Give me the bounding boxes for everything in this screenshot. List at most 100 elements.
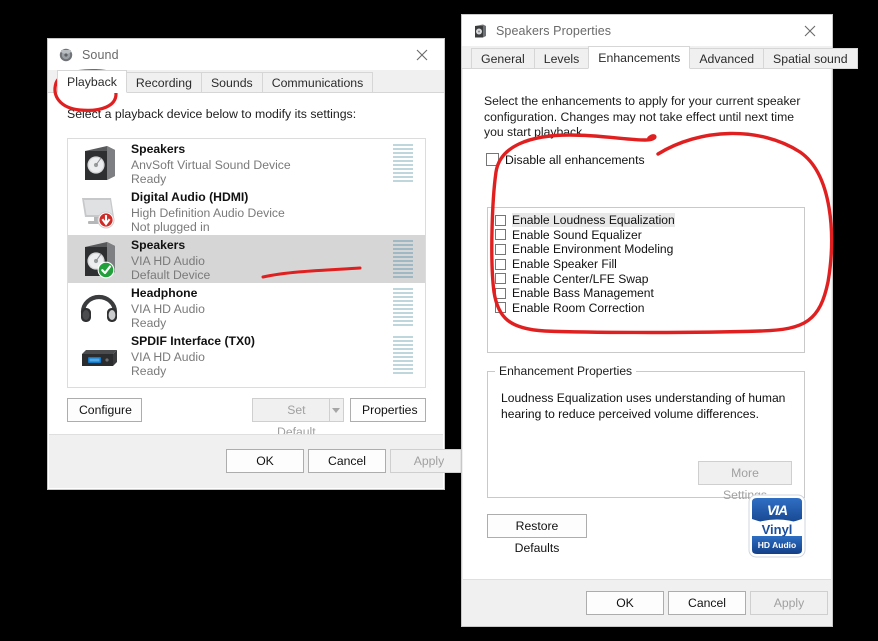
speaker-icon bbox=[77, 142, 121, 184]
disable-all-enhancements-row[interactable]: Disable all enhancements bbox=[463, 141, 831, 167]
playback-panel: Select a playback device below to modify… bbox=[49, 93, 443, 439]
enhancement-checkbox[interactable] bbox=[495, 302, 506, 314]
ok-button[interactable]: OK bbox=[226, 449, 304, 473]
device-name: Speakers bbox=[131, 141, 186, 156]
volume-meter bbox=[393, 336, 413, 374]
device-driver: VIA HD Audio bbox=[131, 301, 205, 316]
properties-tabstrip: General Levels Enhancements Advanced Spa… bbox=[462, 46, 858, 69]
device-name: Headphone bbox=[131, 285, 198, 300]
device-status: Default Device bbox=[131, 268, 211, 282]
enhancement-properties-label: Enhancement Properties bbox=[495, 364, 637, 378]
tab-sounds[interactable]: Sounds bbox=[200, 72, 263, 93]
device-row-speakers-via-default[interactable]: Speakers VIA HD Audio Default Device bbox=[68, 235, 425, 283]
enhancement-item-environment-modeling[interactable]: Enable Environment Modeling bbox=[488, 242, 804, 257]
device-row-speakers-anvsoft[interactable]: Speakers AnvSoft Virtual Sound Device Re… bbox=[68, 139, 425, 187]
set-default-button[interactable]: Set Default bbox=[252, 398, 344, 439]
enhancement-properties-text: Loudness Equalization uses understanding… bbox=[501, 391, 786, 421]
close-icon[interactable] bbox=[787, 15, 832, 46]
device-status: Ready bbox=[131, 172, 167, 186]
playback-device-list[interactable]: Speakers AnvSoft Virtual Sound Device Re… bbox=[67, 138, 426, 388]
enhancements-description: Select the enhancements to apply for you… bbox=[484, 94, 801, 139]
device-status: Not plugged in bbox=[131, 220, 210, 234]
apply-button[interactable]: Apply bbox=[390, 449, 468, 473]
tab-playback[interactable]: Playback bbox=[57, 70, 127, 93]
device-status: Ready bbox=[131, 316, 167, 330]
device-driver: AnvSoft Virtual Sound Device bbox=[131, 157, 291, 172]
device-name: Speakers bbox=[131, 237, 186, 252]
device-text: SPDIF Interface (TX0) VIA HD Audio Ready bbox=[127, 332, 393, 379]
device-row-headphone[interactable]: Headphone VIA HD Audio Ready bbox=[68, 283, 425, 331]
volume-meter bbox=[393, 288, 413, 326]
disable-all-enhancements-checkbox[interactable] bbox=[486, 153, 499, 166]
cancel-button[interactable]: Cancel bbox=[308, 449, 386, 473]
enhancement-item-bass-management[interactable]: Enable Bass Management bbox=[488, 286, 804, 301]
device-driver: VIA HD Audio bbox=[131, 349, 205, 364]
chevron-down-icon[interactable] bbox=[328, 399, 343, 421]
enhancement-item-speaker-fill[interactable]: Enable Speaker Fill bbox=[488, 257, 804, 272]
enhancement-item-center-lfe-swap[interactable]: Enable Center/LFE Swap bbox=[488, 271, 804, 286]
enhancement-checkbox[interactable] bbox=[495, 229, 506, 241]
device-text: Speakers VIA HD Audio Default Device bbox=[127, 236, 393, 283]
tab-levels[interactable]: Levels bbox=[533, 48, 590, 69]
device-text: Digital Audio (HDMI) High Definition Aud… bbox=[127, 188, 393, 235]
enhancement-checkbox[interactable] bbox=[495, 273, 506, 285]
set-default-label: Set Default bbox=[277, 403, 316, 439]
speaker-properties-icon bbox=[472, 23, 488, 39]
monitor-icon bbox=[77, 190, 121, 232]
enhancement-item-room-correction[interactable]: Enable Room Correction bbox=[488, 301, 804, 316]
svg-text:Vinyl: Vinyl bbox=[762, 522, 793, 537]
device-name: SPDIF Interface (TX0) bbox=[131, 333, 255, 348]
properties-titlebar: Speakers Properties bbox=[462, 15, 832, 46]
svg-text:VIA: VIA bbox=[767, 502, 788, 518]
enhancements-list[interactable]: Enable Loudness Equalization Enable Soun… bbox=[487, 207, 805, 353]
configure-button[interactable]: Configure bbox=[67, 398, 142, 422]
device-row-spdif-interface[interactable]: SPDIF Interface (TX0) VIA HD Audio Ready bbox=[68, 331, 425, 379]
disable-all-enhancements-label: Disable all enhancements bbox=[505, 152, 645, 167]
device-row-digital-audio-hdmi[interactable]: Digital Audio (HDMI) High Definition Aud… bbox=[68, 187, 425, 235]
sound-footer: OK Cancel Apply bbox=[49, 434, 468, 488]
playback-hint: Select a playback device below to modify… bbox=[67, 107, 357, 121]
speaker-window-icon bbox=[58, 47, 74, 63]
enhancement-checkbox[interactable] bbox=[495, 287, 506, 299]
enhancement-label: Enable Bass Management bbox=[512, 286, 654, 301]
tab-recording[interactable]: Recording bbox=[125, 72, 202, 93]
svg-text:HD Audio: HD Audio bbox=[758, 540, 796, 550]
volume-meter bbox=[393, 144, 413, 182]
device-status: Ready bbox=[131, 364, 167, 378]
enhancement-properties-group: Enhancement Properties Loudness Equaliza… bbox=[487, 364, 805, 502]
tab-advanced[interactable]: Advanced bbox=[689, 48, 765, 69]
tab-communications[interactable]: Communications bbox=[261, 72, 374, 93]
enhancement-item-loudness-equalization[interactable]: Enable Loudness Equalization bbox=[488, 213, 804, 228]
screenshot-root: Sound Playback Recording Sounds Communic… bbox=[0, 0, 878, 641]
enhancement-label: Enable Center/LFE Swap bbox=[512, 271, 649, 286]
sound-body: Select a playback device below to modify… bbox=[48, 93, 468, 489]
volume-meter bbox=[393, 240, 413, 278]
tab-enhancements[interactable]: Enhancements bbox=[588, 46, 691, 69]
more-settings-button[interactable]: More Settings bbox=[698, 461, 792, 502]
speakers-properties-dialog: Speakers Properties General Levels Enhan… bbox=[461, 14, 858, 627]
device-action-buttons: Configure Set Default Properties bbox=[67, 398, 426, 439]
sound-dialog: Sound Playback Recording Sounds Communic… bbox=[47, 38, 468, 490]
device-text: Speakers AnvSoft Virtual Sound Device Re… bbox=[127, 140, 393, 187]
apply-button[interactable]: Apply bbox=[750, 591, 828, 615]
device-driver: High Definition Audio Device bbox=[131, 205, 285, 220]
cancel-button[interactable]: Cancel bbox=[668, 591, 746, 615]
enhancement-checkbox[interactable] bbox=[495, 214, 506, 226]
properties-button[interactable]: Properties bbox=[350, 398, 426, 422]
speaker-icon bbox=[77, 238, 121, 280]
enhancement-label: Enable Environment Modeling bbox=[512, 242, 674, 257]
restore-defaults-button[interactable]: Restore Defaults bbox=[487, 514, 587, 555]
enhancement-checkbox[interactable] bbox=[495, 258, 506, 270]
device-name: Digital Audio (HDMI) bbox=[131, 189, 249, 204]
ok-button[interactable]: OK bbox=[586, 591, 664, 615]
device-driver: VIA HD Audio bbox=[131, 253, 205, 268]
enhancement-checkbox[interactable] bbox=[495, 243, 506, 255]
close-icon[interactable] bbox=[399, 39, 444, 70]
enhancement-label: Enable Loudness Equalization bbox=[512, 213, 675, 228]
enhancement-item-sound-equalizer[interactable]: Enable Sound Equalizer bbox=[488, 228, 804, 243]
tab-spatial-sound[interactable]: Spatial sound bbox=[763, 48, 858, 69]
tab-general[interactable]: General bbox=[471, 48, 535, 69]
enhancement-label: Enable Sound Equalizer bbox=[512, 227, 642, 242]
device-text: Headphone VIA HD Audio Ready bbox=[127, 284, 393, 331]
headphone-icon bbox=[77, 286, 121, 328]
